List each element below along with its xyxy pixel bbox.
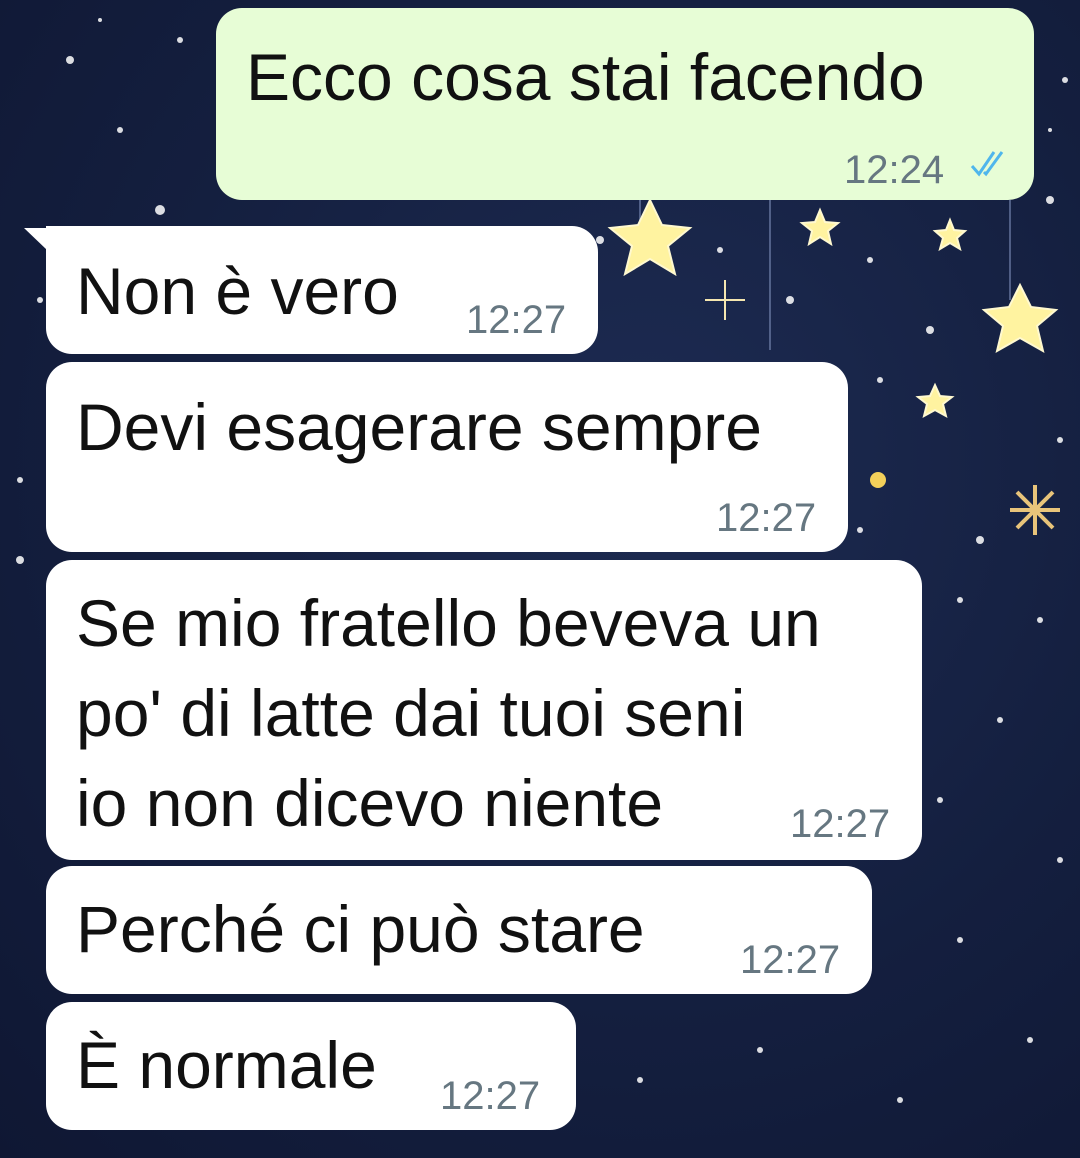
message-time: 12:27 xyxy=(740,938,841,982)
message-time: 12:27 xyxy=(440,1074,541,1118)
message-time: 12:27 xyxy=(790,802,891,846)
message-bubble-incoming[interactable]: È normale 12:27 xyxy=(46,1002,576,1130)
message-time: 12:27 xyxy=(466,298,567,342)
message-text: Ecco cosa stai facendo xyxy=(246,40,925,114)
message-time: 12:27 xyxy=(716,496,817,540)
message-text: Devi esagerare sempre xyxy=(76,390,762,464)
message-text: Perché ci può stare xyxy=(76,892,645,966)
message-text: Non è vero xyxy=(76,254,399,328)
message-bubble-incoming[interactable]: Devi esagerare sempre 12:27 xyxy=(46,362,848,552)
message-bubble-outgoing[interactable]: Ecco cosa stai facendo 12:24 xyxy=(216,8,1034,200)
double-check-read-icon xyxy=(970,151,1004,177)
message-bubble-incoming[interactable]: Perché ci può stare 12:27 xyxy=(46,866,872,994)
message-text: Se mio fratello beveva un po' di latte d… xyxy=(76,586,821,840)
message-bubble-incoming[interactable]: Se mio fratello beveva un po' di latte d… xyxy=(46,560,922,860)
message-time: 12:24 xyxy=(844,148,945,192)
message-text: È normale xyxy=(76,1028,377,1102)
message-bubble-incoming[interactable]: Non è vero 12:27 xyxy=(46,226,598,354)
